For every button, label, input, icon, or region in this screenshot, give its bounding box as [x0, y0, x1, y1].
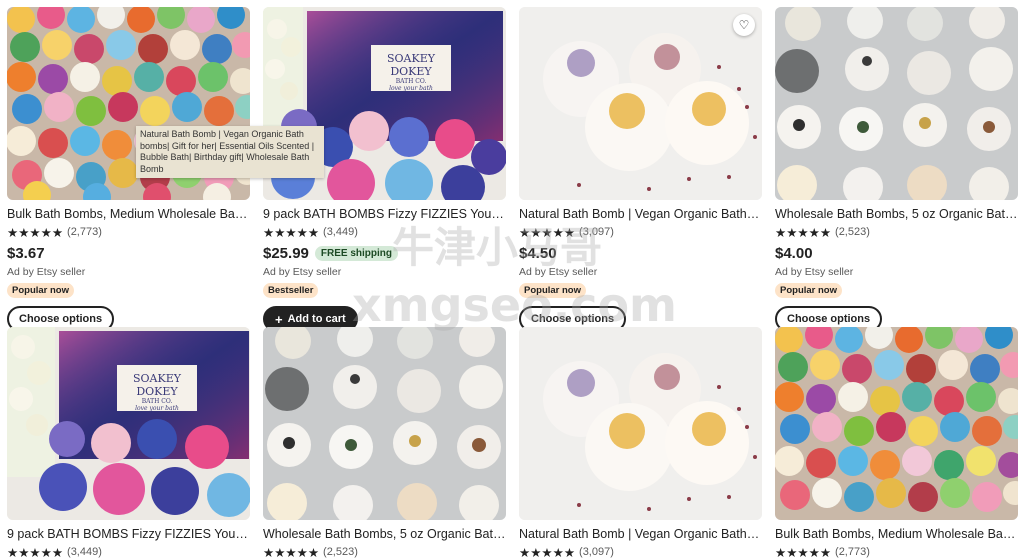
brand-label: SOAKEY DOKEY BATH CO. love your bath [371, 45, 451, 92]
price-row: $3.67 [7, 244, 250, 262]
star-rating-icon: ★★★★★ [263, 225, 320, 240]
soakey-dokey-box-image [7, 327, 250, 520]
rating: ★★★★★ (2,523) [263, 545, 506, 560]
listing-card[interactable]: Natural Bath Bomb | Vegan Organic Bath b… [519, 327, 762, 560]
listing-image-natural-bath-bomb[interactable]: ♡ [519, 7, 762, 200]
brand-name: SOAKEY DOKEY [386, 52, 435, 78]
listing-title[interactable]: Natural Bath Bomb | Vegan Organic Bath b… [519, 206, 762, 222]
brand-label: SOAKEY DOKEY BATH CO. love your bath [117, 365, 197, 412]
listing-title-tooltip: Natural Bath Bomb | Vegan Organic Bath b… [136, 126, 324, 178]
listing-image-wholesale-bath-bombs[interactable] [263, 327, 506, 520]
listing-card[interactable]: Wholesale Bath Bombs, 5 oz Organic Bath … [775, 7, 1018, 332]
listing-title[interactable]: Wholesale Bath Bombs, 5 oz Organic Bath … [263, 526, 506, 542]
review-count: (3,449) [67, 546, 102, 558]
price: $25.99 [263, 244, 309, 262]
brand-tagline: love your bath [389, 85, 433, 92]
listing-title[interactable]: Bulk Bath Bombs, Medium Wholesale Bath B… [775, 526, 1018, 542]
white-bath-bombs-image [519, 7, 762, 200]
rating: ★★★★★ (3,449) [263, 225, 506, 240]
add-to-cart-label: Add to cart [287, 313, 346, 325]
star-rating-icon: ★★★★★ [775, 225, 832, 240]
star-rating-icon: ★★★★★ [519, 545, 576, 560]
listing-title[interactable]: Natural Bath Bomb | Vegan Organic Bath b… [519, 526, 762, 542]
review-count: (2,773) [67, 226, 102, 238]
colorful-bath-bombs-image [775, 327, 1018, 520]
rating: ★★★★★ (3,097) [519, 545, 762, 560]
brand-name: SOAKEY DOKEY [132, 372, 181, 398]
star-rating-icon: ★★★★★ [7, 225, 64, 240]
listing-image-9-pack[interactable]: SOAKEY DOKEY BATH CO. love your bath [7, 327, 250, 520]
popular-now-badge: Popular now [7, 283, 74, 298]
review-count: (3,097) [579, 546, 614, 558]
price-row: $4.50 [519, 244, 762, 262]
ad-label: Ad by Etsy seller [7, 266, 86, 278]
rating: ★★★★★ (2,523) [775, 225, 1018, 240]
listing-title[interactable]: 9 pack BATH BOMBS Fizzy FIZZIES You choo… [263, 206, 506, 222]
organic-bath-bombs-image [263, 327, 506, 520]
favorite-heart-icon[interactable]: ♡ [733, 14, 755, 36]
price: $4.50 [519, 244, 557, 262]
listing-title[interactable]: Bulk Bath Bombs, Medium Wholesale Bath B… [7, 206, 250, 222]
brand-sub: BATH CO. [395, 78, 427, 85]
review-count: (3,097) [579, 226, 614, 238]
star-rating-icon: ★★★★★ [7, 545, 64, 560]
star-rating-icon: ★★★★★ [775, 545, 832, 560]
listing-title[interactable]: 9 pack BATH BOMBS Fizzy FIZZIES You choo… [7, 526, 250, 542]
star-rating-icon: ★★★★★ [263, 545, 320, 560]
star-rating-icon: ★★★★★ [519, 225, 576, 240]
white-bath-bombs-image [519, 327, 762, 520]
review-count: (2,523) [323, 546, 358, 558]
plus-icon: + [275, 311, 283, 327]
ad-label: Ad by Etsy seller [519, 266, 598, 278]
listing-grid: Bulk Bath Bombs, Medium Wholesale Bath B… [0, 0, 1024, 560]
rating: ★★★★★ (3,449) [7, 545, 250, 560]
price-row: $25.99 FREE shipping [263, 244, 506, 262]
ad-label: Ad by Etsy seller [263, 266, 342, 278]
bestseller-badge: Bestseller [263, 283, 319, 298]
price-row: $4.00 [775, 244, 1018, 262]
brand-tagline: love your bath [135, 405, 179, 412]
popular-now-badge: Popular now [519, 283, 586, 298]
rating: ★★★★★ (2,773) [775, 545, 1018, 560]
ad-label: Ad by Etsy seller [775, 266, 854, 278]
rating: ★★★★★ (3,097) [519, 225, 762, 240]
rating: ★★★★★ (2,773) [7, 225, 250, 240]
listing-card[interactable]: SOAKEY DOKEY BATH CO. love your bath 9 p… [7, 327, 250, 560]
free-shipping-badge: FREE shipping [314, 245, 398, 261]
brand-sub: BATH CO. [141, 398, 173, 405]
listing-image-natural-bath-bomb[interactable] [519, 327, 762, 520]
listing-card[interactable]: Bulk Bath Bombs, Medium Wholesale Bath B… [775, 327, 1018, 560]
organic-bath-bombs-image [775, 7, 1018, 200]
listing-image-wholesale-bath-bombs[interactable] [775, 7, 1018, 200]
review-count: (3,449) [323, 226, 358, 238]
popular-now-badge: Popular now [775, 283, 842, 298]
listing-image-bulk-bath-bombs[interactable] [775, 327, 1018, 520]
listing-title[interactable]: Wholesale Bath Bombs, 5 oz Organic Bath … [775, 206, 1018, 222]
price: $3.67 [7, 244, 45, 262]
price: $4.00 [775, 244, 813, 262]
review-count: (2,773) [835, 546, 870, 558]
listing-card[interactable]: Wholesale Bath Bombs, 5 oz Organic Bath … [263, 327, 506, 560]
listing-card[interactable]: ♡ Natural Bath Bomb | Vegan Organic Bath… [519, 7, 762, 332]
review-count: (2,523) [835, 226, 870, 238]
